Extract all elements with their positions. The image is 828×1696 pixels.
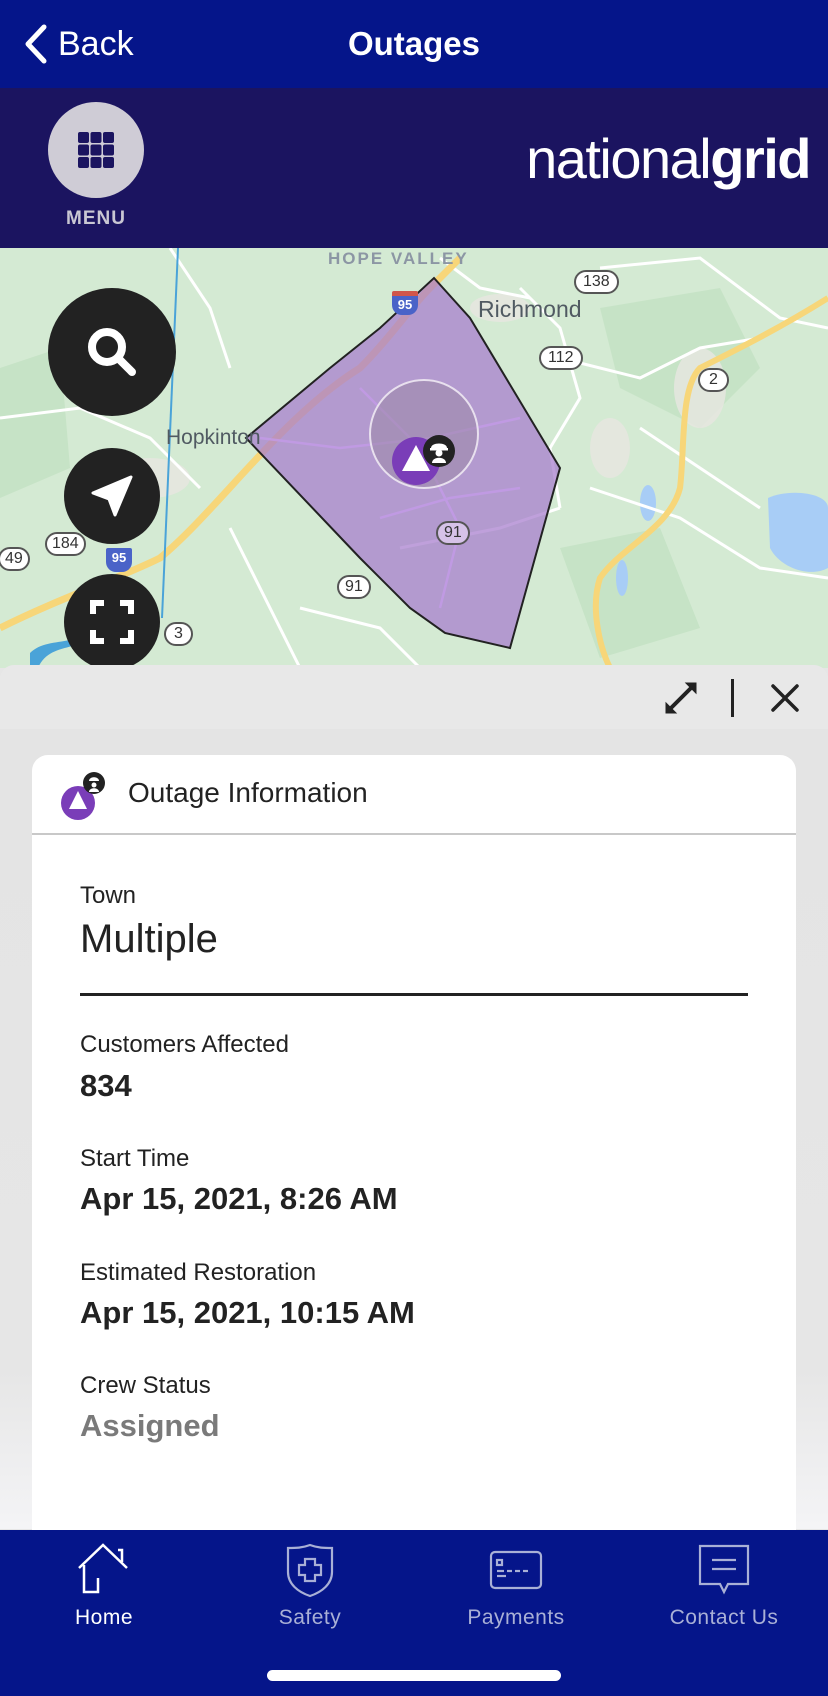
interstate-shield-95: 95 bbox=[392, 291, 418, 315]
tab-contact-us-label: Contact Us bbox=[669, 1606, 779, 1629]
tab-contact-us[interactable]: Contact Us bbox=[634, 1542, 814, 1642]
card-title: Outage Information bbox=[128, 777, 368, 808]
start-time-label: Start Time bbox=[80, 1145, 190, 1172]
customers-affected-label: Customers Affected bbox=[80, 1031, 289, 1058]
outage-status-icon bbox=[61, 772, 105, 820]
route-shield-49: 49 bbox=[0, 547, 30, 571]
shield-cross-icon bbox=[286, 1543, 334, 1598]
tab-home-label: Home bbox=[74, 1606, 134, 1629]
card-icon bbox=[489, 1550, 543, 1590]
expand-panel-icon[interactable] bbox=[662, 679, 700, 717]
customers-affected-value: 834 bbox=[80, 1068, 132, 1103]
logo-light-text: national bbox=[526, 127, 712, 190]
map-fullscreen-button[interactable] bbox=[64, 574, 160, 668]
grid-menu-icon bbox=[78, 132, 114, 168]
tab-payments-label: Payments bbox=[467, 1606, 565, 1629]
top-navigation-bar: Back Outages bbox=[0, 0, 828, 88]
map-label-hope-valley: HOPE VALLEY bbox=[328, 249, 469, 268]
estimated-restoration-value: Apr 15, 2021, 10:15 AM bbox=[80, 1295, 415, 1330]
crew-status-value: Assigned bbox=[80, 1408, 220, 1443]
close-panel-icon[interactable] bbox=[766, 679, 804, 717]
estimated-restoration-label: Estimated Restoration bbox=[80, 1259, 317, 1286]
route-shield-3: 3 bbox=[164, 622, 193, 646]
card-header: Outage Information bbox=[32, 755, 796, 835]
header-divider bbox=[731, 679, 734, 717]
national-grid-logo: nationalgrid bbox=[526, 124, 811, 194]
map-locate-button[interactable] bbox=[64, 448, 160, 544]
crew-status-label: Crew Status bbox=[80, 1372, 211, 1399]
tab-payments[interactable]: Payments bbox=[426, 1542, 606, 1642]
route-shield-2: 2 bbox=[698, 368, 729, 392]
page-title: Outages bbox=[347, 25, 481, 62]
info-panel-header bbox=[0, 665, 828, 729]
town-label: Town bbox=[80, 882, 137, 909]
crew-assigned-badge-icon bbox=[423, 435, 455, 467]
menu-button[interactable] bbox=[48, 102, 144, 198]
tab-safety-label: Safety bbox=[278, 1606, 342, 1629]
interstate-shield-95-south: 95 bbox=[106, 548, 132, 572]
location-arrow-icon bbox=[91, 475, 133, 517]
outage-info-card: Outage Information Town Multiple Custome… bbox=[32, 755, 796, 1530]
fullscreen-icon bbox=[90, 600, 134, 644]
map-search-button[interactable] bbox=[48, 288, 176, 416]
tab-home[interactable]: Home bbox=[14, 1542, 194, 1642]
route-shield-91-east: 91 bbox=[436, 521, 470, 545]
map-label-hopkinton: Hopkinton bbox=[166, 426, 261, 449]
home-icon bbox=[78, 1543, 128, 1594]
brand-bar: MENU nationalgrid bbox=[0, 88, 828, 248]
tab-safety[interactable]: Safety bbox=[220, 1542, 400, 1642]
route-shield-112: 112 bbox=[539, 346, 583, 370]
outage-map[interactable]: HOPE VALLEY Richmond Hopkinton 138 112 2… bbox=[0, 248, 828, 668]
search-icon bbox=[88, 328, 136, 376]
route-shield-184: 184 bbox=[45, 532, 86, 556]
town-separator bbox=[80, 993, 748, 996]
route-shield-91-west: 91 bbox=[337, 575, 371, 599]
start-time-value: Apr 15, 2021, 8:26 AM bbox=[80, 1181, 398, 1216]
route-shield-138: 138 bbox=[574, 270, 619, 294]
chat-icon bbox=[698, 1544, 750, 1595]
menu-label: MENU bbox=[66, 208, 126, 229]
town-value: Multiple bbox=[80, 917, 218, 961]
logo-bold-text: grid bbox=[710, 127, 811, 190]
map-label-richmond: Richmond bbox=[478, 296, 582, 322]
home-indicator[interactable] bbox=[267, 1670, 561, 1681]
